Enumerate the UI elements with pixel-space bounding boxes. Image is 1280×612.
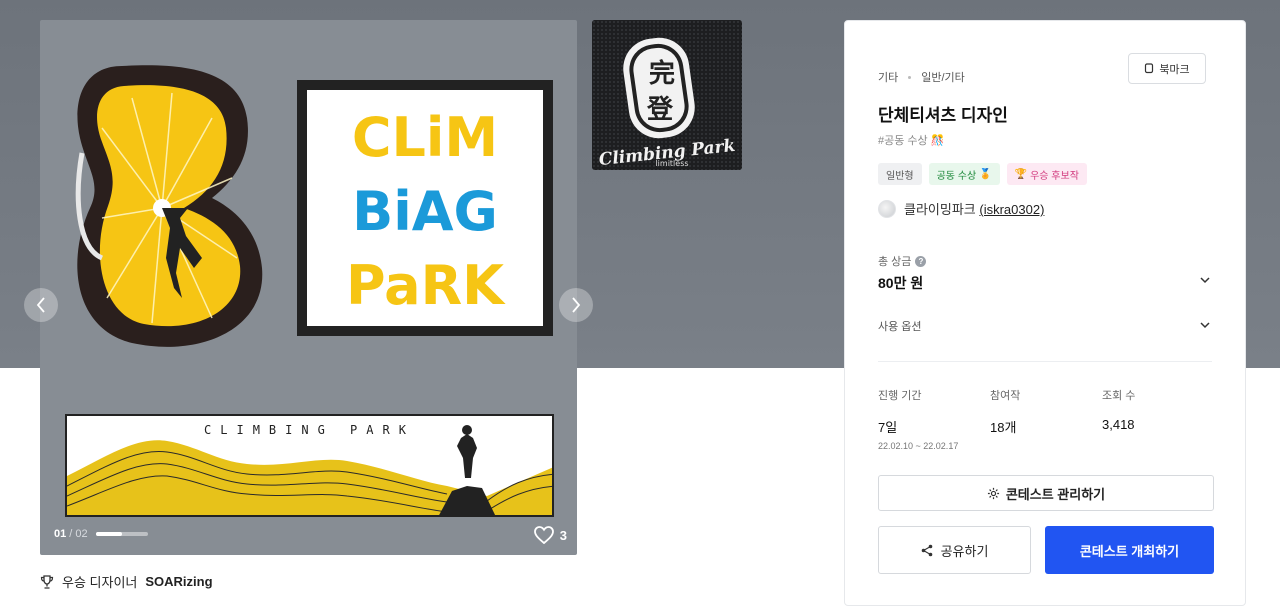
gallery-next-button[interactable] (559, 288, 593, 322)
climbing-park-framed-art: CLiM BiAG PaRK (297, 80, 553, 336)
stat-views-label: 조회 수 (1102, 390, 1136, 402)
breadcrumb-separator (908, 75, 912, 79)
heart-icon (533, 526, 554, 544)
image-gallery[interactable]: CLiM BiAG PaRK CLIMBING PARK 01 / 02 3 (40, 20, 577, 555)
stat-period-range: 22.02.10 ~ 22.02.17 (878, 441, 959, 451)
bookmark-label: 북마크 (1159, 63, 1190, 76)
slide-current: 01 (54, 528, 67, 540)
slide-progress-fill (96, 532, 122, 536)
prize-value: 80만 원 (878, 275, 924, 291)
share-label: 공유하기 (940, 543, 989, 559)
trophy-icon: 🏆 (1014, 168, 1028, 180)
thumb-sub: limitless (655, 159, 688, 168)
contest-tagline: #공동 수상 🎊 (878, 135, 945, 147)
winner-name[interactable]: SOARizing (145, 574, 212, 589)
divider (878, 361, 1212, 362)
climbing-park-banner: CLIMBING PARK (65, 414, 554, 517)
breadcrumb-item-subcategory[interactable]: 일반/기타 (921, 69, 965, 85)
stat-entries: 참여작 18개 (990, 387, 1020, 436)
chevron-right-icon (572, 297, 581, 313)
winner-label: 우승 디자이너 (62, 575, 138, 590)
trophy-icon (40, 574, 54, 589)
host-contest-label: 콘테스트 개최하기 (1079, 543, 1180, 559)
slide-progress (96, 532, 148, 536)
thumb-kanji-2: 登 (646, 94, 674, 125)
stat-views: 조회 수 3,418 (1102, 387, 1135, 432)
usage-expand-chevron-down-icon[interactable] (1199, 319, 1211, 331)
badge-co-winner: 공동 수상 🏅 (928, 163, 1000, 185)
gallery-prev-button[interactable] (24, 288, 58, 322)
bookmark-icon (1145, 63, 1154, 74)
avatar (878, 199, 896, 218)
framed-line-3: PaRK (346, 254, 506, 317)
stat-entries-label: 참여작 (990, 390, 1021, 402)
prize-expand-chevron-down-icon[interactable] (1199, 274, 1211, 286)
bookmark-button[interactable]: 북마크 (1128, 53, 1206, 84)
like-button[interactable]: 3 (533, 526, 567, 544)
stat-entries-value: 18개 (990, 420, 1017, 435)
badge-candidate: 🏆 우승 후보작 (1006, 163, 1087, 185)
like-count: 3 (559, 527, 567, 543)
climbing-b-logo (75, 65, 263, 347)
usage-options-label[interactable]: 사용 옵션 (878, 318, 922, 334)
host-contest-button[interactable]: 콘테스트 개최하기 (1045, 526, 1214, 574)
share-icon (921, 544, 932, 556)
chevron-left-icon (36, 297, 45, 313)
contest-title: 단체티셔츠 디자인 (878, 106, 1008, 125)
help-icon[interactable]: ? (915, 255, 927, 267)
contest-info-panel: 기타 일반/기타 북마크 단체티셔츠 디자인 #공동 수상 🎊 일반형 공동 수… (844, 20, 1246, 606)
badge-list: 일반형 공동 수상 🏅 🏆 우승 후보작 (878, 163, 1087, 185)
stat-views-value: 3,418 (1102, 417, 1135, 432)
prize-label: 총 상금 ? (878, 253, 927, 269)
breadcrumb-item-category[interactable]: 기타 (878, 69, 898, 85)
framed-line-2: BiAG (352, 180, 498, 243)
host-info[interactable]: 클라이밍파크 (iskra0302) (878, 199, 1044, 218)
slide-total: 02 (75, 528, 88, 540)
stat-period: 진행 기간 7일 22.02.10 ~ 22.02.17 (878, 387, 958, 451)
medal-icon: 🏅 (979, 168, 992, 180)
manage-contest-label: 콘테스트 관리하기 (1005, 486, 1106, 502)
thumb-kanji-1: 完 (649, 58, 675, 89)
host-name: 클라이밍파크 (904, 202, 976, 217)
host-handle[interactable]: (iskra0302) (979, 202, 1044, 217)
winner-designer: 우승 디자이너 SOARizing (40, 572, 213, 591)
breadcrumb: 기타 일반/기타 (878, 69, 965, 85)
stat-period-value: 7일 (878, 420, 898, 435)
gear-icon (987, 487, 999, 499)
manage-contest-button[interactable]: 콘테스트 관리하기 (878, 475, 1214, 511)
slide-counter: 01 / 02 (54, 528, 88, 540)
stat-period-label: 진행 기간 (878, 390, 922, 402)
thumbnail-image[interactable]: 完 登 Climbing Park limitless (592, 20, 742, 170)
badge-contest-type: 일반형 (878, 163, 922, 185)
framed-line-1: CLiM (352, 106, 498, 169)
share-button[interactable]: 공유하기 (878, 526, 1031, 574)
